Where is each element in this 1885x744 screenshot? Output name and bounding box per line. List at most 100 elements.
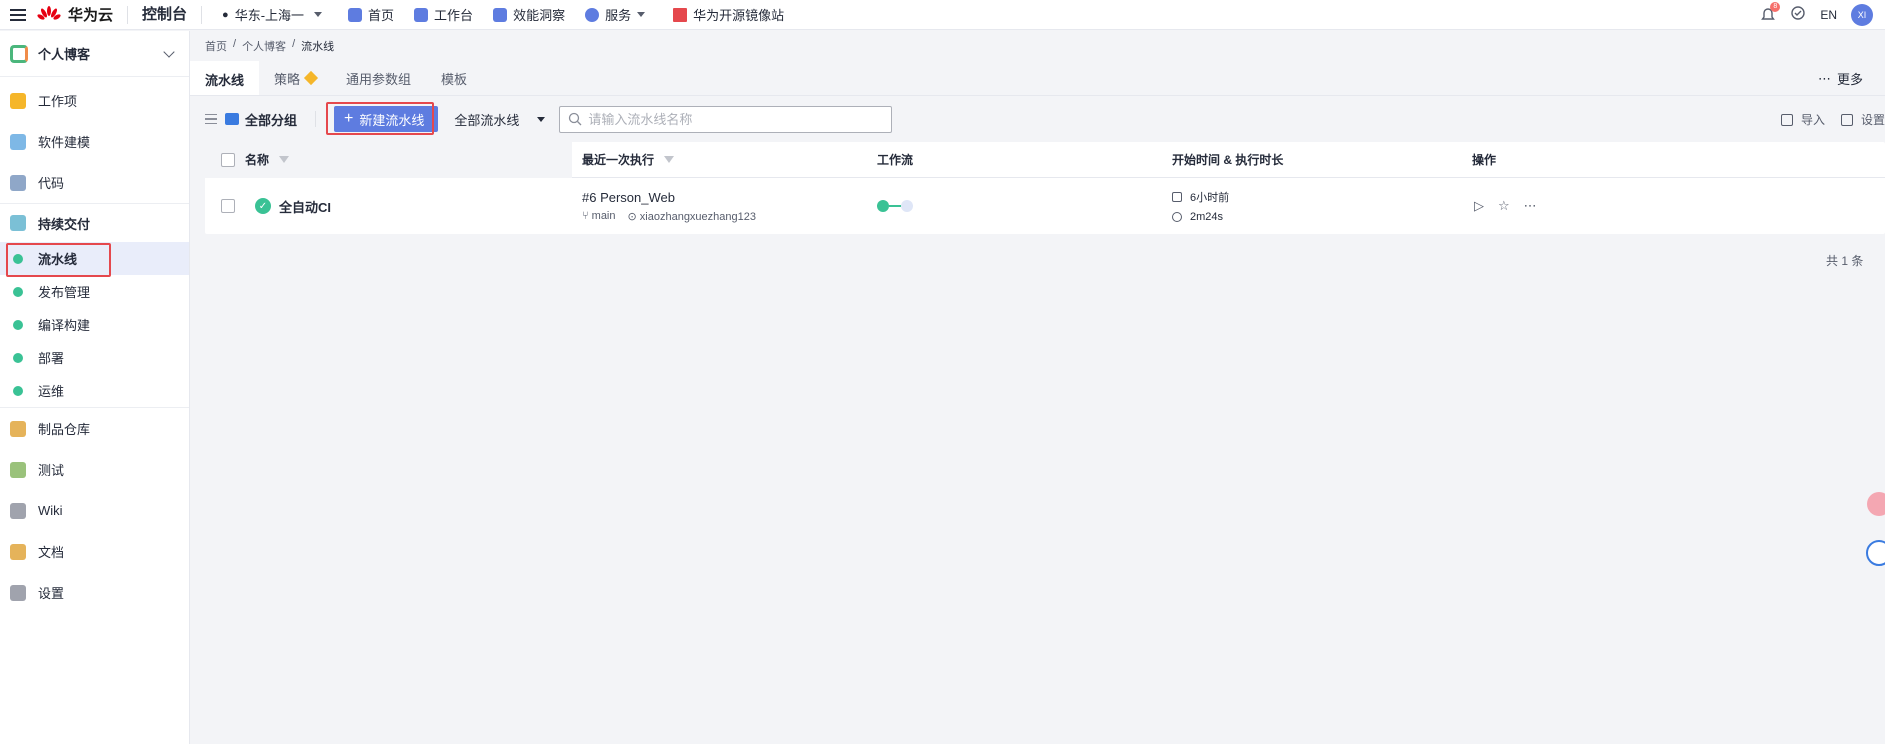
tab-strategy[interactable]: 策略 (259, 61, 331, 95)
sidebar-item-docs[interactable]: 文档 (0, 531, 189, 572)
workbench-icon (414, 7, 429, 22)
group-selector[interactable]: 全部分组 (245, 110, 297, 129)
pipeline-name[interactable]: 全自动CI (279, 197, 331, 216)
settings-icon (10, 584, 26, 601)
sidebar-item-delivery[interactable]: 持续交付 (0, 204, 189, 242)
nav-mirror[interactable]: 华为开源镜像站 (655, 0, 794, 30)
floating-chat-icon[interactable] (1866, 540, 1885, 566)
avatar[interactable]: XI (1851, 3, 1873, 26)
ellipsis-icon: ⋯ (1817, 70, 1831, 86)
stage-pending-icon (901, 200, 913, 212)
sidebar-item-label: Wiki (38, 503, 63, 518)
mirror-icon (673, 7, 688, 22)
list-toggle-icon[interactable] (205, 114, 217, 124)
pipeline-filter-select[interactable]: 全部流水线 (454, 110, 546, 129)
deploy-icon (13, 352, 23, 363)
breadcrumb-home[interactable]: 首页 (205, 38, 227, 54)
todo-check-icon[interactable] (1790, 5, 1806, 24)
sidebar-item-label: 编译构建 (38, 318, 91, 333)
sidebar-item-label: 测试 (38, 463, 65, 478)
sidebar-item-settings[interactable]: 设置 (0, 572, 189, 613)
project-name: 个人博客 (38, 47, 91, 62)
sidebar-item-ops[interactable]: 运维 (0, 374, 189, 407)
region-label: 华东-上海一 (234, 8, 305, 23)
gear-icon (1840, 114, 1853, 127)
brand-name: 华为云 (68, 7, 114, 24)
trigger-user: xiaozhangxuezhang123 (639, 210, 756, 223)
user-link-icon: ⊙ (627, 210, 640, 223)
branch-name: main (591, 209, 616, 222)
col-name-header: 名称 (245, 153, 270, 167)
sidebar-item-label: 运维 (38, 384, 65, 399)
nav-service[interactable]: 服务 (575, 0, 655, 30)
wiki-icon (10, 502, 26, 519)
top-bar: 华为云 控制台 ● 华东-上海一 首页 工作台 效能洞察 服务 华为开源镜像站 … (0, 0, 1885, 30)
import-button[interactable]: 导入 (1780, 111, 1825, 128)
table-header: 名称 最近一次执行 工作流 开始时间 & 执行时长 操作 (205, 141, 1885, 178)
sidebar-item-test[interactable]: 测试 (0, 449, 189, 490)
caret-down-icon (537, 116, 546, 122)
sidebar-item-pipeline[interactable]: 流水线 (0, 242, 189, 275)
project-logo-icon (10, 44, 28, 63)
filter-icon[interactable] (279, 156, 290, 163)
success-check-icon: ✓ (255, 198, 271, 214)
favorite-star-icon[interactable]: ☆ (1498, 198, 1510, 214)
sidebar-item-build[interactable]: 编译构建 (0, 308, 189, 341)
new-pipeline-label: 新建流水线 (359, 112, 425, 128)
table-row[interactable]: ✓ 全自动CI #6 Person_Web ⑂ main ⊙ xiaozhang… (205, 178, 1885, 234)
sidebar-item-workitem[interactable]: 工作项 (0, 80, 189, 121)
import-label: 导入 (1800, 112, 1825, 127)
sidebar-item-label: 软件建模 (38, 135, 91, 150)
ops-icon (13, 385, 23, 396)
nav-insight[interactable]: 效能洞察 (483, 0, 575, 30)
col-time-header: 开始时间 & 执行时长 (1172, 153, 1284, 167)
sidebar-item-label: 部署 (38, 351, 65, 366)
sidebar-item-wiki[interactable]: Wiki (0, 490, 189, 531)
sidebar-item-label: 流水线 (38, 252, 78, 267)
more-actions-icon[interactable]: ⋯ (1524, 198, 1537, 214)
sidebar-item-release[interactable]: 发布管理 (0, 275, 189, 308)
language-switch[interactable]: EN (1820, 8, 1837, 22)
breadcrumb-project[interactable]: 个人博客 (242, 38, 286, 54)
artifact-icon (10, 420, 26, 437)
new-pipeline-button[interactable]: + 新建流水线 (334, 106, 439, 132)
code-icon (10, 174, 26, 191)
more-button[interactable]: ⋯ 更多 (1818, 69, 1863, 88)
select-all-checkbox[interactable] (221, 152, 235, 167)
last-run-link[interactable]: #6 Person_Web (582, 190, 675, 205)
notification-bell-icon[interactable]: 8 (1760, 1, 1781, 23)
search-input[interactable] (588, 111, 884, 127)
sidebar-item-deploy[interactable]: 部署 (0, 341, 189, 374)
col-last-run-header: 最近一次执行 (582, 153, 655, 167)
tab-params[interactable]: 通用参数组 (331, 61, 426, 95)
project-selector[interactable]: 个人博客 (0, 31, 189, 77)
total-count: 共 1 条 (1826, 254, 1864, 268)
row-checkbox[interactable] (221, 199, 235, 213)
settings-button[interactable]: 设置 (1840, 111, 1885, 128)
run-play-icon[interactable]: ▷ (1474, 198, 1484, 214)
sidebar-item-code[interactable]: 代码 (0, 162, 189, 203)
workflow-stages[interactable] (877, 200, 913, 212)
clock-icon (1172, 212, 1182, 222)
tab-templates[interactable]: 模板 (426, 61, 482, 95)
sidebar-item-label: 文档 (38, 545, 65, 560)
build-icon (13, 319, 23, 330)
folder-icon (225, 113, 239, 125)
toolbar: 全部分组 + 新建流水线 全部流水线 导入 设置 (205, 104, 1885, 134)
import-icon (1780, 114, 1793, 127)
settings-label: 设置 (1860, 112, 1885, 127)
floating-assistant-icon[interactable] (1867, 492, 1885, 516)
region-selector[interactable]: ● 华东-上海一 (202, 0, 332, 30)
sidebar-item-artifact[interactable]: 制品仓库 (0, 408, 189, 449)
nav-home[interactable]: 首页 (332, 0, 404, 30)
nav-workbench[interactable]: 工作台 (404, 0, 483, 30)
workitem-icon (10, 92, 26, 109)
menu-icon[interactable] (0, 0, 36, 30)
huawei-logo[interactable]: 华为云 (36, 5, 129, 24)
tab-pipeline[interactable]: 流水线 (190, 61, 260, 95)
console-link[interactable]: 控制台 (128, 5, 203, 24)
test-icon (10, 461, 26, 478)
filter-icon[interactable] (664, 156, 675, 163)
chevron-down-icon (314, 12, 323, 17)
sidebar-item-modeling[interactable]: 软件建模 (0, 121, 189, 162)
